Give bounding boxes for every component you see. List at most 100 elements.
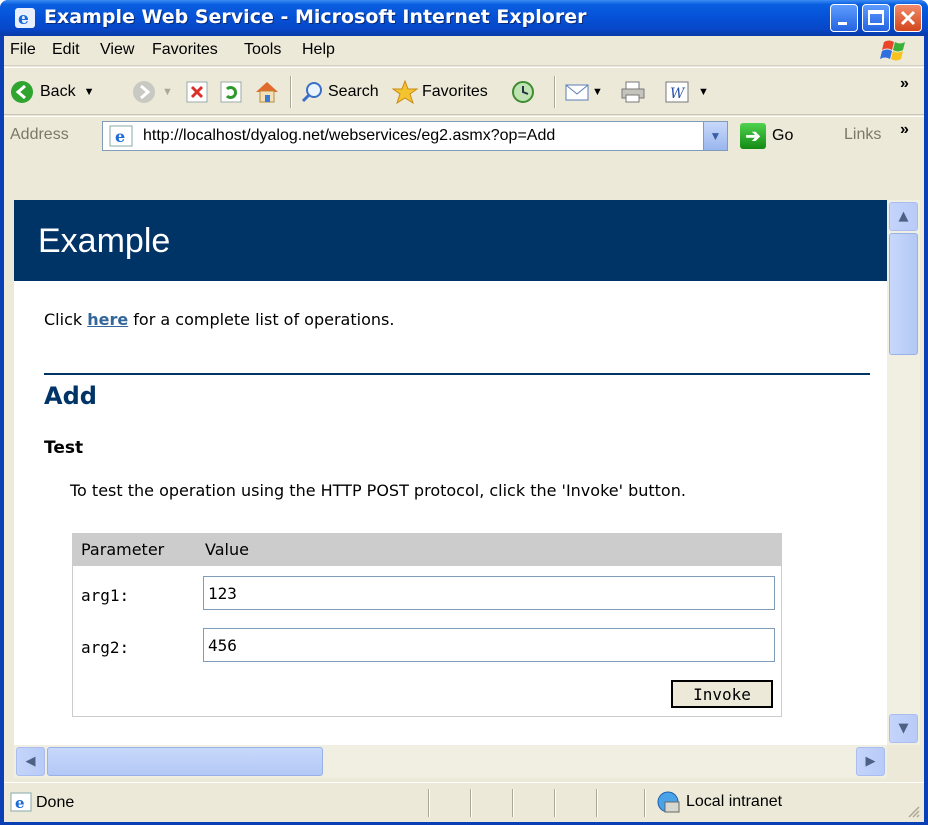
- links-chevron-icon[interactable]: »: [900, 121, 909, 139]
- forward-dropdown-icon[interactable]: ▼: [162, 86, 173, 98]
- parameter-table: Parameter Value arg1: arg2: Invoke: [72, 533, 782, 717]
- section-divider: [44, 373, 870, 375]
- window-title: Example Web Service - Microsoft Internet…: [44, 6, 587, 28]
- page-viewport: Example Click here for a complete list o…: [14, 200, 887, 745]
- table-header: Parameter Value: [73, 534, 781, 566]
- toolbar-separator: [554, 76, 556, 108]
- operation-title: Add: [44, 382, 97, 410]
- menu-favorites[interactable]: Favorites: [152, 41, 218, 59]
- horizontal-scroll-thumb[interactable]: [47, 747, 323, 776]
- arg2-input[interactable]: [203, 628, 775, 662]
- security-zone: Local intranet: [656, 790, 782, 814]
- column-header-parameter: Parameter: [81, 540, 165, 559]
- address-bar: Address e http://localhost/dyalog.net/we…: [4, 116, 924, 154]
- go-arrow-icon: ➔: [740, 123, 766, 149]
- edit-dropdown-icon[interactable]: ▼: [698, 86, 709, 98]
- status-separator: [596, 789, 598, 817]
- resize-grip-icon[interactable]: [906, 804, 920, 818]
- arg1-input[interactable]: [203, 576, 775, 610]
- title-bar[interactable]: e Example Web Service - Microsoft Intern…: [0, 0, 928, 36]
- scroll-left-icon[interactable]: ◀: [16, 747, 45, 776]
- mail-dropdown-icon[interactable]: ▼: [592, 86, 603, 98]
- menu-edit[interactable]: Edit: [52, 41, 80, 59]
- vertical-scroll-thumb[interactable]: [889, 233, 918, 355]
- intro-text: Click here for a complete list of operat…: [44, 310, 395, 329]
- scroll-down-icon[interactable]: ▼: [889, 714, 918, 743]
- status-bar: e Done Local intranet: [4, 782, 924, 822]
- stop-button[interactable]: [186, 76, 208, 108]
- address-label: Address: [10, 126, 69, 143]
- svg-text:e: e: [18, 9, 29, 29]
- forward-button[interactable]: ▼: [132, 76, 173, 108]
- svg-text:W: W: [670, 86, 686, 102]
- standard-toolbar: Back ▼ ▼ Search Favorites ▼ W ▼ »: [4, 67, 924, 115]
- maximize-button[interactable]: [862, 4, 890, 32]
- print-button[interactable]: [620, 76, 646, 108]
- favorites-star-icon: [392, 80, 418, 104]
- scroll-corner: [887, 745, 920, 778]
- test-heading: Test: [44, 438, 84, 458]
- go-button[interactable]: ➔ Go: [740, 123, 793, 149]
- status-separator: [554, 789, 556, 817]
- search-icon: [301, 82, 322, 103]
- svg-text:e: e: [15, 794, 25, 812]
- word-edit-icon: W: [665, 81, 689, 103]
- status-separator: [428, 789, 430, 817]
- page-title: Example: [38, 222, 171, 260]
- arg2-label: arg2:: [81, 638, 130, 657]
- local-intranet-icon: [657, 791, 680, 813]
- refresh-button[interactable]: [220, 76, 242, 108]
- close-button[interactable]: [894, 4, 922, 32]
- vertical-scrollbar[interactable]: ▲ ▼: [887, 200, 920, 745]
- links-button[interactable]: Links: [844, 126, 881, 144]
- arg1-label: arg1:: [81, 586, 130, 605]
- menu-tools[interactable]: Tools: [244, 41, 281, 59]
- printer-icon: [621, 81, 645, 103]
- menu-view[interactable]: View: [100, 41, 134, 59]
- mail-button[interactable]: ▼: [564, 76, 603, 108]
- status-text: Done: [36, 794, 75, 811]
- scroll-right-icon[interactable]: ▶: [856, 747, 885, 776]
- back-arrow-icon: [11, 81, 33, 103]
- invoke-button[interactable]: Invoke: [671, 680, 773, 708]
- minimize-icon: [838, 22, 847, 25]
- status-separator: [644, 789, 646, 817]
- page-status-icon: e: [10, 792, 32, 812]
- forward-arrow-icon: [133, 81, 155, 103]
- stop-icon: [186, 81, 208, 103]
- home-button[interactable]: [254, 76, 280, 108]
- minimize-button[interactable]: [830, 4, 858, 32]
- close-icon: [900, 10, 916, 26]
- address-url[interactable]: http://localhost/dyalog.net/webservices/…: [143, 127, 555, 145]
- toolbar-chevron-icon[interactable]: »: [900, 68, 909, 100]
- page-banner: Example: [14, 200, 887, 281]
- back-button[interactable]: Back ▼: [10, 76, 94, 108]
- menu-file[interactable]: File: [10, 41, 36, 59]
- edit-button[interactable]: W ▼: [664, 76, 709, 108]
- menu-help[interactable]: Help: [302, 41, 335, 59]
- status-separator: [512, 789, 514, 817]
- scroll-up-icon[interactable]: ▲: [889, 202, 918, 231]
- address-field[interactable]: e http://localhost/dyalog.net/webservice…: [102, 121, 728, 151]
- mail-icon: [565, 84, 589, 101]
- svg-text:e: e: [115, 127, 125, 146]
- back-dropdown-icon[interactable]: ▼: [84, 86, 95, 98]
- menu-bar: File Edit View Favorites Tools Help: [4, 36, 924, 66]
- search-button[interactable]: Search: [300, 76, 379, 108]
- maximize-icon: [868, 10, 884, 25]
- home-icon: [256, 82, 278, 103]
- test-description: To test the operation using the HTTP POS…: [70, 481, 686, 500]
- column-header-value: Value: [205, 540, 249, 559]
- status-separator: [470, 789, 472, 817]
- horizontal-scrollbar[interactable]: ◀ ▶: [14, 745, 887, 778]
- page-ie-icon: e: [109, 125, 133, 147]
- operations-list-link[interactable]: here: [87, 310, 128, 329]
- address-dropdown-icon[interactable]: ▼: [703, 122, 727, 150]
- toolbar-separator: [290, 76, 292, 108]
- favorites-button[interactable]: Favorites: [392, 76, 488, 108]
- windows-logo-icon: [874, 38, 914, 64]
- ie-logo-icon: e: [15, 8, 35, 29]
- refresh-icon: [220, 81, 242, 103]
- history-icon: [512, 81, 534, 103]
- history-button[interactable]: [510, 76, 536, 108]
